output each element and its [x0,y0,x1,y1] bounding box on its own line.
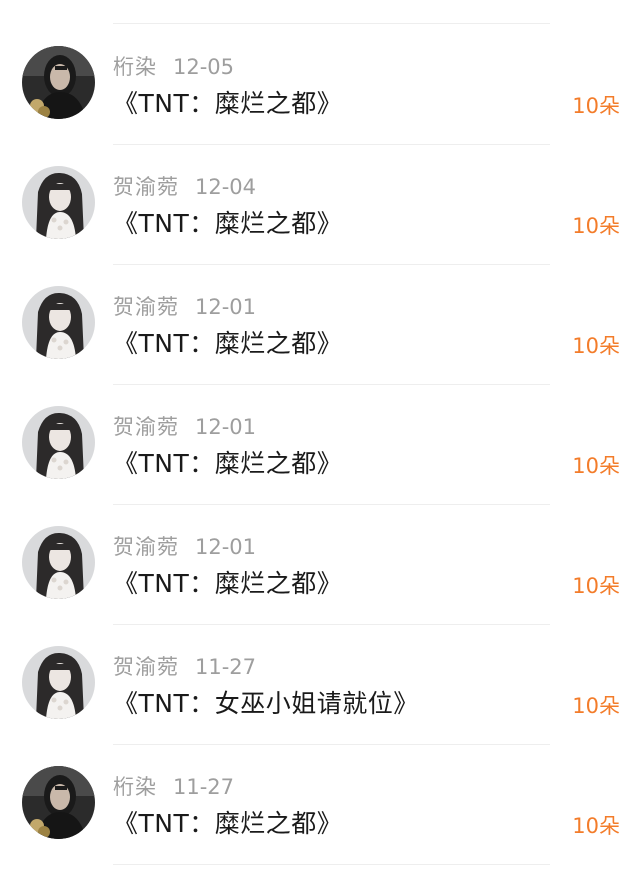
avatar[interactable] [22,166,95,239]
top-divider [113,23,550,24]
user-name[interactable]: 贺渝菀 [113,415,179,439]
avatar[interactable] [22,646,95,719]
gift-date: 11-27 [195,655,257,679]
avatar[interactable] [22,286,95,359]
book-title: 《TNT：糜烂之都》 [113,569,343,598]
gift-date: 12-04 [195,175,257,199]
user-name[interactable]: 贺渝菀 [113,535,179,559]
gift-amount: 10朵 [572,574,620,598]
list-item[interactable]: 桁染 12-05 《TNT：糜烂之都》 10朵 [0,25,640,145]
avatar[interactable] [22,526,95,599]
gift-date: 12-01 [195,415,257,439]
gift-date: 12-01 [195,535,257,559]
gift-amount: 10朵 [572,814,620,838]
user-name[interactable]: 贺渝菀 [113,655,179,679]
book-title: 《TNT：糜烂之都》 [113,329,343,358]
user-name[interactable]: 桁染 [113,775,157,799]
gift-amount: 10朵 [572,334,620,358]
avatar[interactable] [22,766,95,839]
book-title: 《TNT：糜烂之都》 [113,809,343,838]
gift-amount: 10朵 [572,214,620,238]
gift-date: 11-27 [173,775,235,799]
gift-date: 12-01 [195,295,257,319]
list-item[interactable]: 贺渝菀 11-27 《TNT：女巫小姐请就位》 10朵 [0,625,640,745]
book-title: 《TNT：糜烂之都》 [113,209,343,238]
avatar[interactable] [22,46,95,119]
row-divider [113,864,550,865]
gift-record-list: 桁染 12-05 《TNT：糜烂之都》 10朵 贺渝菀 12-04 《TNT：糜烂之… [0,0,640,886]
user-name[interactable]: 贺渝菀 [113,175,179,199]
list-item[interactable]: 贺渝菀 12-01 《TNT：糜烂之都》 10朵 [0,505,640,625]
list-item[interactable]: 贺渝菀 12-01 《TNT：糜烂之都》 10朵 [0,265,640,385]
gift-amount: 10朵 [572,694,620,718]
book-title: 《TNT：女巫小姐请就位》 [113,689,419,718]
list-item[interactable]: 贺渝菀 12-01 《TNT：糜烂之都》 10朵 [0,385,640,505]
gift-amount: 10朵 [572,94,620,118]
user-name[interactable]: 贺渝菀 [113,295,179,319]
avatar[interactable] [22,406,95,479]
gift-date: 12-05 [173,55,235,79]
list-item[interactable]: 贺渝菀 12-04 《TNT：糜烂之都》 10朵 [0,145,640,265]
user-name[interactable]: 桁染 [113,55,157,79]
gift-amount: 10朵 [572,454,620,478]
book-title: 《TNT：糜烂之都》 [113,89,343,118]
book-title: 《TNT：糜烂之都》 [113,449,343,478]
list-item[interactable]: 桁染 11-27 《TNT：糜烂之都》 10朵 [0,745,640,865]
